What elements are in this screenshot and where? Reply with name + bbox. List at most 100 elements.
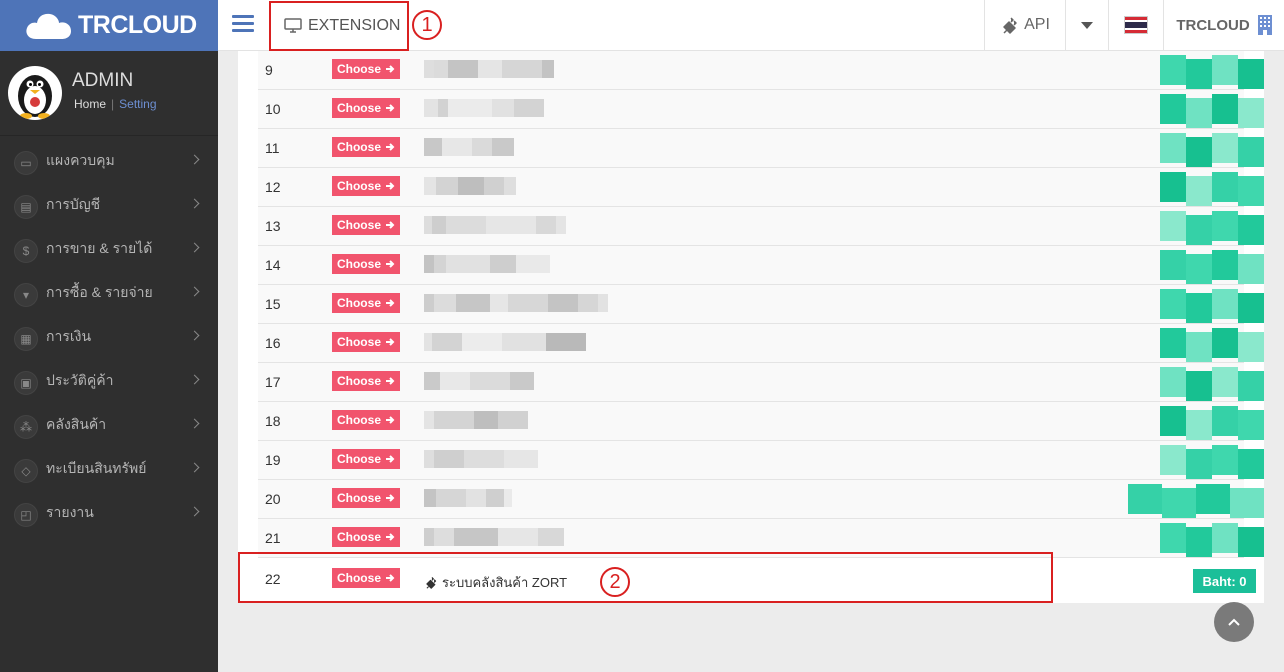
sidebar-item-inventory[interactable]: ⁂ คลังสินค้า (0, 402, 218, 446)
sidebar-item-label: การเงิน (46, 328, 92, 344)
arrow-right-icon (386, 338, 395, 346)
choose-button[interactable]: Choose (332, 293, 400, 313)
caret-down-icon (1081, 21, 1093, 29)
table-row: 9 Choose (258, 51, 1264, 90)
chevron-right-icon (189, 374, 200, 385)
table-row: 15 Choose (258, 285, 1264, 324)
cubes-icon: ⁂ (14, 415, 38, 439)
choose-button[interactable]: Choose (332, 488, 400, 508)
building-icon (1257, 15, 1272, 35)
table-row: 19 Choose (258, 441, 1264, 480)
row-number: 12 (265, 179, 281, 195)
choose-button[interactable]: Choose (332, 410, 400, 430)
chevron-right-icon (189, 462, 200, 473)
sidebar-item-assets[interactable]: ◇ ทะเบียนสินทรัพย์ (0, 446, 218, 490)
chevron-up-icon (1228, 618, 1240, 626)
brand-logo[interactable]: TRCLOUD (0, 0, 218, 51)
thai-flag-icon (1124, 16, 1148, 34)
blurred-price-badge (1160, 246, 1264, 284)
monitor-icon: ▭ (14, 151, 38, 175)
row-number: 20 (265, 491, 281, 507)
extension-list-panel: 9 Choose 10 Choose 11 Choose 12 Choose 13 Choose 1… (238, 51, 1264, 603)
arrow-right-icon (386, 143, 395, 151)
row-number: 21 (265, 530, 281, 546)
choose-button[interactable]: Choose (332, 332, 400, 352)
blurred-extension-name (424, 255, 550, 273)
blurred-extension-name (424, 528, 564, 546)
api-button[interactable]: API (984, 0, 1065, 50)
contact-book-icon: ▣ (14, 371, 38, 395)
blurred-price-badge (1160, 402, 1264, 440)
language-switch[interactable] (1108, 0, 1163, 50)
sidebar-item-accounting[interactable]: ▤ การบัญชี (0, 182, 218, 226)
sidebar-item-label: แผงควบคุม (46, 152, 115, 168)
sidebar-item-label: การขาย & รายได้ (46, 240, 153, 256)
blurred-price-badge (1160, 285, 1264, 323)
plug-icon (1003, 17, 1017, 34)
blurred-price-badge (1160, 324, 1264, 362)
callout-number-2: 2 (600, 567, 630, 597)
sidebar-item-label: คลังสินค้า (46, 416, 107, 432)
menu-toggle-icon[interactable] (232, 15, 254, 35)
choose-button[interactable]: Choose (332, 254, 400, 274)
choose-label: Choose (336, 374, 381, 388)
chevron-right-icon (189, 242, 200, 253)
dollar-icon: $ (14, 239, 38, 263)
choose-button[interactable]: Choose (332, 371, 400, 391)
blurred-extension-name (424, 60, 554, 78)
arrow-right-icon (386, 416, 395, 424)
cart-icon: ▾ (14, 283, 38, 307)
row-number: 18 (265, 413, 281, 429)
sidebar-item-label: การซื้อ & รายจ่าย (46, 284, 153, 300)
sidebar-item-dashboard[interactable]: ▭ แผงควบคุม (0, 138, 218, 182)
callout-number-1: 1 (412, 10, 442, 40)
extension-tab[interactable]: EXTENSION (270, 0, 408, 51)
table-row: 20 Choose (258, 480, 1264, 519)
blurred-extension-name (424, 294, 608, 312)
table-row: 13 Choose (258, 207, 1264, 246)
row-number: 22 (265, 571, 281, 587)
choose-label: Choose (336, 413, 381, 427)
blurred-extension-name (424, 489, 512, 507)
scroll-to-top-button[interactable] (1214, 602, 1254, 642)
sidebar-item-finance[interactable]: ▦ การเงิน (0, 314, 218, 358)
sidebar-item-reports[interactable]: ◰ รายงาน (0, 490, 218, 534)
choose-button-zort[interactable]: Choose (332, 568, 400, 588)
sidebar-item-label: ประวัติคู่ค้า (46, 372, 114, 388)
sidebar-item-purchases[interactable]: ▾ การซื้อ & รายจ่าย (0, 270, 218, 314)
choose-label: Choose (336, 491, 381, 505)
setting-link[interactable]: Setting (119, 97, 156, 111)
sidebar-item-sales[interactable]: $ การขาย & รายได้ (0, 226, 218, 270)
row-number: 10 (265, 101, 281, 117)
arrow-right-icon (386, 221, 395, 229)
choose-button[interactable]: Choose (332, 59, 400, 79)
arrow-right-icon (386, 494, 395, 502)
blurred-price-badge (1160, 441, 1264, 479)
blurred-price-badge (1128, 480, 1264, 518)
chevron-right-icon (189, 330, 200, 341)
dropdown-toggle[interactable] (1065, 0, 1108, 50)
row-number: 15 (265, 296, 281, 312)
company-menu[interactable]: TRCLOUD (1163, 0, 1284, 50)
chevron-right-icon (189, 286, 200, 297)
table-row: 12 Choose (258, 168, 1264, 207)
choose-button[interactable]: Choose (332, 527, 400, 547)
table-row: 16 Choose (258, 324, 1264, 363)
extension-name-text: ระบบคลังสินค้า ZORT (442, 575, 568, 590)
choose-button[interactable]: Choose (332, 98, 400, 118)
choose-button[interactable]: Choose (332, 176, 400, 196)
company-label: TRCLOUD (1176, 16, 1250, 34)
monitor-icon (284, 18, 302, 33)
choose-button[interactable]: Choose (332, 449, 400, 469)
choose-button[interactable]: Choose (332, 215, 400, 235)
extension-name: ระบบคลังสินค้า ZORT (424, 572, 567, 593)
chevron-right-icon (189, 198, 200, 209)
blurred-price-badge (1160, 519, 1264, 557)
sidebar-item-label: รายงาน (46, 504, 94, 520)
choose-label: Choose (336, 257, 381, 271)
profile-name: ADMIN (72, 70, 134, 91)
choose-button[interactable]: Choose (332, 137, 400, 157)
home-link[interactable]: Home (74, 97, 106, 111)
sidebar-item-contacts[interactable]: ▣ ประวัติคู่ค้า (0, 358, 218, 402)
blurred-extension-name (424, 333, 586, 351)
